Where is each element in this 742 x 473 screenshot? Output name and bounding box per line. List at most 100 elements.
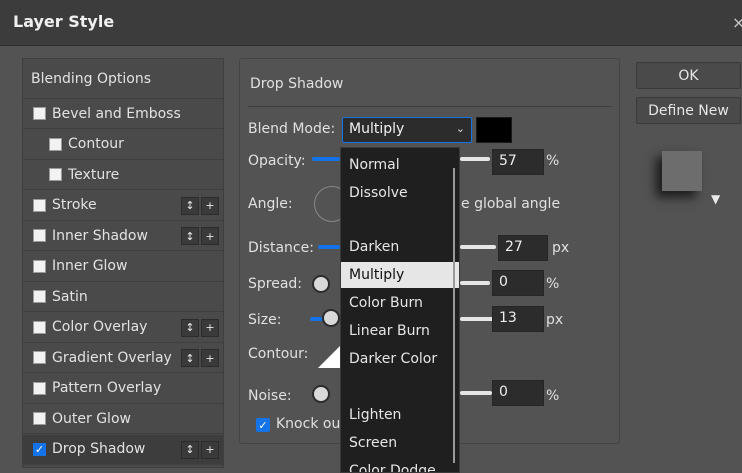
blend-mode-value: Multiply xyxy=(349,121,405,137)
panel-title: Drop Shadow xyxy=(250,76,344,92)
blending-options-label: Blending Options xyxy=(31,70,151,87)
blend-mode-label: Blend Mode: xyxy=(248,121,336,137)
style-item-outer-glow[interactable]: Outer Glow xyxy=(23,404,223,434)
reorder-icon[interactable]: ↕ xyxy=(181,196,199,215)
menu-item-multiply[interactable]: Multiply xyxy=(341,262,459,288)
style-item-satin[interactable]: Satin xyxy=(23,282,223,312)
menu-item-darker-color[interactable]: Darker Color xyxy=(341,346,459,372)
style-item-color-overlay[interactable]: Color Overlay ↕ + xyxy=(23,313,223,343)
angle-label: Angle: xyxy=(248,196,293,212)
noise-unit: % xyxy=(546,388,560,404)
menu-item-dissolve[interactable]: Dissolve xyxy=(341,180,459,206)
menu-item-lighten[interactable]: Lighten xyxy=(341,402,459,428)
add-icon[interactable]: + xyxy=(201,440,219,459)
checkbox[interactable] xyxy=(33,290,46,303)
checkbox[interactable] xyxy=(33,107,46,120)
opacity-label: Opacity: xyxy=(248,153,306,169)
checkbox[interactable] xyxy=(33,259,46,273)
opacity-slider[interactable] xyxy=(312,157,340,161)
spread-label: Spread: xyxy=(248,276,303,292)
knockout-checkbox[interactable]: ✓ xyxy=(256,418,270,432)
close-icon[interactable]: × xyxy=(732,13,742,32)
noise-label: Noise: xyxy=(248,388,292,404)
menu-scrollbar[interactable] xyxy=(453,168,455,463)
use-global-angle-label: e global angle xyxy=(461,196,561,212)
style-item-inner-glow[interactable]: Inner Glow xyxy=(23,252,223,282)
spread-slider-knob[interactable] xyxy=(312,275,330,293)
style-item-pattern-overlay[interactable]: Pattern Overlay xyxy=(23,374,223,404)
style-item-label: Drop Shadow xyxy=(52,441,146,457)
reorder-icon[interactable]: ↕ xyxy=(181,349,199,367)
shadow-color-swatch[interactable] xyxy=(476,117,512,143)
distance-slider-track[interactable] xyxy=(460,245,496,249)
reorder-icon[interactable]: ↕ xyxy=(181,227,199,245)
style-item-buttons: ↕ + xyxy=(181,227,219,245)
menu-item-color-dodge[interactable]: Color Dodge xyxy=(341,458,459,472)
menu-item-screen[interactable]: Screen xyxy=(341,430,459,456)
checkbox[interactable] xyxy=(49,168,62,181)
distance-label: Distance: xyxy=(248,240,314,256)
style-item-buttons: ↕ + xyxy=(181,349,219,367)
triangle-down-icon[interactable]: ▼ xyxy=(711,192,720,206)
style-item-stroke[interactable]: Stroke ↕ + xyxy=(23,191,223,221)
style-item-label: Inner Glow xyxy=(52,258,128,274)
opacity-slider-track[interactable] xyxy=(460,157,490,161)
divider xyxy=(248,106,612,107)
spread-input[interactable]: 0 xyxy=(492,270,544,296)
style-item-texture[interactable]: Texture xyxy=(23,160,223,190)
ok-button[interactable]: OK xyxy=(636,62,741,89)
checkbox[interactable] xyxy=(33,381,46,395)
style-item-inner-shadow[interactable]: Inner Shadow ↕ + xyxy=(23,221,223,251)
size-unit: px xyxy=(546,312,564,328)
distance-input[interactable]: 27 xyxy=(498,235,548,261)
style-item-gradient-overlay[interactable]: Gradient Overlay ↕ + xyxy=(23,343,223,373)
add-icon[interactable]: + xyxy=(201,196,219,215)
style-item-bevel-and-emboss[interactable]: Bevel and Emboss xyxy=(23,99,223,129)
opacity-input[interactable]: 57 xyxy=(492,149,544,175)
blend-mode-menu: Normal Dissolve Darken Multiply Color Burn Li… xyxy=(340,147,460,473)
style-item-buttons: ↕ + xyxy=(181,196,219,215)
menu-item-linear-burn[interactable]: Linear Burn xyxy=(341,318,459,344)
checkbox[interactable]: ✓ xyxy=(33,442,46,456)
size-slider-track[interactable] xyxy=(460,317,496,321)
style-item-label: Outer Glow xyxy=(52,410,131,427)
spread-slider-track[interactable] xyxy=(460,281,490,285)
distance-slider[interactable] xyxy=(318,245,340,249)
style-item-label: Pattern Overlay xyxy=(52,380,162,396)
style-item-label: Color Overlay xyxy=(52,319,148,335)
checkbox[interactable] xyxy=(33,198,46,212)
add-icon[interactable]: + xyxy=(201,349,219,367)
style-item-label: Stroke xyxy=(52,197,97,213)
reorder-icon[interactable]: ↕ xyxy=(181,440,199,459)
menu-item-darken[interactable]: Darken xyxy=(341,234,459,260)
size-input[interactable]: 13 xyxy=(492,306,544,332)
checkbox[interactable] xyxy=(33,412,46,425)
size-slider-knob[interactable] xyxy=(322,309,340,327)
spread-unit: % xyxy=(546,276,560,292)
checkbox[interactable] xyxy=(33,320,46,334)
blend-mode-select[interactable]: Multiply ⌄ xyxy=(342,117,472,143)
chevron-down-icon: ⌄ xyxy=(455,122,465,135)
reorder-icon[interactable]: ↕ xyxy=(181,318,199,337)
title-bar: Layer Style × xyxy=(0,0,742,46)
style-item-buttons: ↕ + xyxy=(181,440,219,459)
opacity-unit: % xyxy=(546,153,560,169)
add-icon[interactable]: + xyxy=(201,318,219,337)
noise-slider-track[interactable] xyxy=(460,391,492,395)
style-item-label: Bevel and Emboss xyxy=(52,105,181,122)
style-item-contour[interactable]: Contour xyxy=(23,130,223,160)
noise-input[interactable]: 0 xyxy=(492,380,544,406)
checkbox[interactable] xyxy=(49,137,62,151)
checkbox[interactable] xyxy=(33,351,46,364)
blending-options-item[interactable]: Blending Options xyxy=(23,59,223,99)
noise-slider-knob[interactable] xyxy=(312,385,330,403)
checkbox[interactable] xyxy=(33,229,46,242)
style-item-drop-shadow[interactable]: ✓ Drop Shadow ↕ + xyxy=(23,434,223,465)
window-title: Layer Style xyxy=(13,12,115,31)
menu-item-normal[interactable]: Normal xyxy=(341,152,459,178)
menu-item-color-burn[interactable]: Color Burn xyxy=(341,290,459,316)
add-icon[interactable]: + xyxy=(201,227,219,245)
style-item-label: Gradient Overlay xyxy=(52,349,172,366)
style-item-buttons: ↕ + xyxy=(181,318,219,337)
define-new-button[interactable]: Define New xyxy=(636,97,741,124)
